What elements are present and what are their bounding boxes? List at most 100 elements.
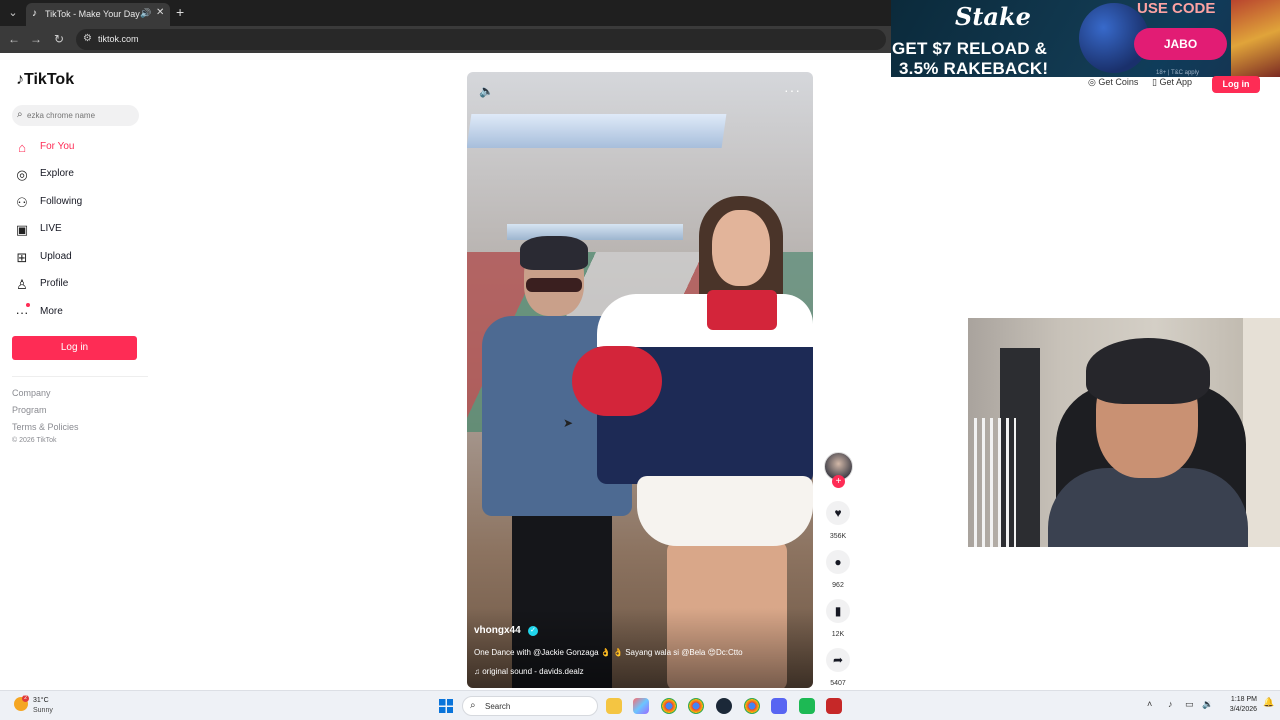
like-button[interactable]: ♥ xyxy=(826,501,850,525)
get-app-label: Get App xyxy=(1159,77,1192,87)
site-info-icon[interactable]: ⚙ xyxy=(83,33,92,44)
tray-chevron-icon[interactable]: ˄ xyxy=(1147,699,1152,709)
clock-time[interactable]: 1:18 PM xyxy=(1227,696,1257,703)
spotify-icon[interactable] xyxy=(799,698,815,714)
file-explorer-icon[interactable] xyxy=(606,698,622,714)
tab-audio-icon[interactable]: 🔊 xyxy=(140,8,151,19)
windows-start-icon[interactable] xyxy=(439,699,453,713)
forward-arrow-icon[interactable]: → xyxy=(28,31,44,47)
more-options-icon[interactable]: ··· xyxy=(784,82,801,98)
microphone-icon[interactable]: ♪ xyxy=(1168,699,1173,709)
steam-icon[interactable] xyxy=(716,698,732,714)
search-icon: ⌕ xyxy=(470,700,476,711)
dancer-sleeve xyxy=(572,346,662,416)
sidebar-item-label: More xyxy=(40,306,63,317)
browser-tab[interactable]: ♪ TikTok - Make Your Day 🔊 ✕ xyxy=(26,3,170,26)
discord-icon[interactable] xyxy=(771,698,787,714)
share-count: 5407 xyxy=(830,680,846,687)
sidebar-item-following[interactable]: ⚇ Following xyxy=(14,193,134,213)
music-note-icon: ♫ xyxy=(474,667,480,676)
sidebar-item-explore[interactable]: ◎ Explore xyxy=(14,165,134,185)
webcam-person-shirt xyxy=(1048,468,1248,547)
ad-fine-print: 18+ | T&C apply xyxy=(1156,70,1199,76)
sidebar-item-label: Following xyxy=(40,196,83,207)
url-text: tiktok.com xyxy=(98,34,139,44)
new-tab-button[interactable]: + xyxy=(176,4,184,20)
following-icon: ⚇ xyxy=(16,195,28,210)
save-button[interactable]: ▮ xyxy=(826,599,850,623)
tiktok-logo[interactable]: ♪TikTok xyxy=(16,71,74,89)
share-button[interactable]: ➦ xyxy=(826,648,850,672)
footer-link-program[interactable]: Program xyxy=(12,405,47,415)
ad-headline-2: 3.5% RAKEBACK! xyxy=(899,59,1049,77)
ad-headline-1: GET $7 RELOAD & xyxy=(892,39,1048,58)
copyright-text: © 2026 TikTok xyxy=(12,437,57,444)
coin-icon: ◎ xyxy=(1088,77,1096,87)
sidebar-item-more[interactable]: ··· More xyxy=(14,303,134,323)
comment-count: 962 xyxy=(832,582,844,589)
chrome-alt-icon[interactable] xyxy=(744,698,760,714)
get-app-link[interactable]: ▯ Get App xyxy=(1152,77,1192,91)
weather-condition[interactable]: Sunny xyxy=(33,707,53,714)
tiktok-favicon-icon: ♪ xyxy=(32,8,37,19)
phone-icon: ▯ xyxy=(1152,77,1157,87)
reload-icon[interactable]: ↻ xyxy=(51,31,67,47)
video-player[interactable]: 🔈 ··· ➤ vhongx44 ✓ One Dance with @Jacki… xyxy=(467,72,813,688)
sidebar-item-live[interactable]: ▣ LIVE xyxy=(14,220,134,240)
footer-link-terms[interactable]: Terms & Policies xyxy=(12,422,79,432)
copilot-icon[interactable] xyxy=(633,698,649,714)
sidebar-item-upload[interactable]: ⊞ Upload xyxy=(14,248,134,268)
sound-label: original sound - davids.dealz xyxy=(482,667,584,676)
heart-icon: ♥ xyxy=(834,506,842,520)
get-coins-link[interactable]: ◎ Get Coins xyxy=(1088,77,1138,91)
bookmark-icon: ▮ xyxy=(834,604,842,618)
search-field[interactable]: ⌕ xyxy=(12,105,139,126)
ad-cards-image xyxy=(1231,0,1280,77)
sidebar-item-label: Upload xyxy=(40,251,72,262)
compass-icon: ◎ xyxy=(16,167,28,182)
follow-plus-icon[interactable]: + xyxy=(832,475,845,488)
chrome-profile-icon[interactable] xyxy=(688,698,704,714)
weather-badge: 2 xyxy=(22,695,29,702)
tab-search-button[interactable]: ⌄ xyxy=(4,4,22,22)
tiktok-logo-text: TikTok xyxy=(24,71,75,88)
app-red-icon[interactable] xyxy=(826,698,842,714)
clock-date[interactable]: 3/4/2026 xyxy=(1221,706,1257,713)
sidebar-item-label: For You xyxy=(40,141,75,152)
search-input[interactable] xyxy=(27,108,135,123)
sidebar-item-for-you[interactable]: ⌂ For You xyxy=(14,138,134,158)
chrome-icon[interactable] xyxy=(661,698,677,714)
back-arrow-icon[interactable]: ← xyxy=(6,31,22,47)
video-sound[interactable]: ♫ original sound - davids.dealz xyxy=(474,667,584,676)
header-login-button[interactable]: Log in xyxy=(1212,76,1260,93)
ad-code-label: USE CODE xyxy=(1137,0,1216,17)
video-description[interactable]: One Dance with @Jackie Gonzaga 👌 👌 Sayan… xyxy=(474,648,743,657)
comment-button[interactable]: ● xyxy=(826,550,850,574)
speaker-icon[interactable]: 🔉 xyxy=(1202,699,1213,710)
sidebar-login-button[interactable]: Log in xyxy=(12,336,137,360)
sidebar-item-label: Explore xyxy=(40,168,74,179)
upload-icon: ⊞ xyxy=(16,250,28,265)
video-username[interactable]: vhongx44 xyxy=(474,625,521,636)
tab-title: TikTok - Make Your Day xyxy=(45,9,140,19)
notification-dot xyxy=(26,303,30,307)
notification-bell-icon[interactable]: 🔔 xyxy=(1263,697,1274,708)
sidebar-item-profile[interactable]: ♙ Profile xyxy=(14,275,134,295)
comment-icon: ● xyxy=(834,555,842,569)
home-icon: ⌂ xyxy=(18,140,26,155)
ad-banner[interactable]: Stake GET $7 RELOAD & 3.5% RAKEBACK! USE… xyxy=(891,0,1280,77)
url-bar[interactable]: ⚙ tiktok.com xyxy=(76,29,886,50)
network-icon[interactable]: ▭ xyxy=(1185,699,1194,710)
taskbar-search[interactable]: ⌕ Search xyxy=(462,696,598,716)
tab-close-button[interactable]: ✕ xyxy=(156,7,164,18)
live-icon: ▣ xyxy=(15,222,29,237)
weather-temp[interactable]: 31°C xyxy=(33,697,49,704)
footer-link-company[interactable]: Company xyxy=(12,388,51,398)
ad-code-pill[interactable]: JABO xyxy=(1134,28,1227,60)
profile-icon: ♙ xyxy=(16,277,28,292)
taskbar-search-label: Search xyxy=(485,702,511,711)
save-count: 12K xyxy=(831,631,845,638)
volume-icon[interactable]: 🔈 xyxy=(479,84,494,98)
search-icon: ⌕ xyxy=(17,109,23,120)
sidebar-item-label: Profile xyxy=(40,278,69,289)
